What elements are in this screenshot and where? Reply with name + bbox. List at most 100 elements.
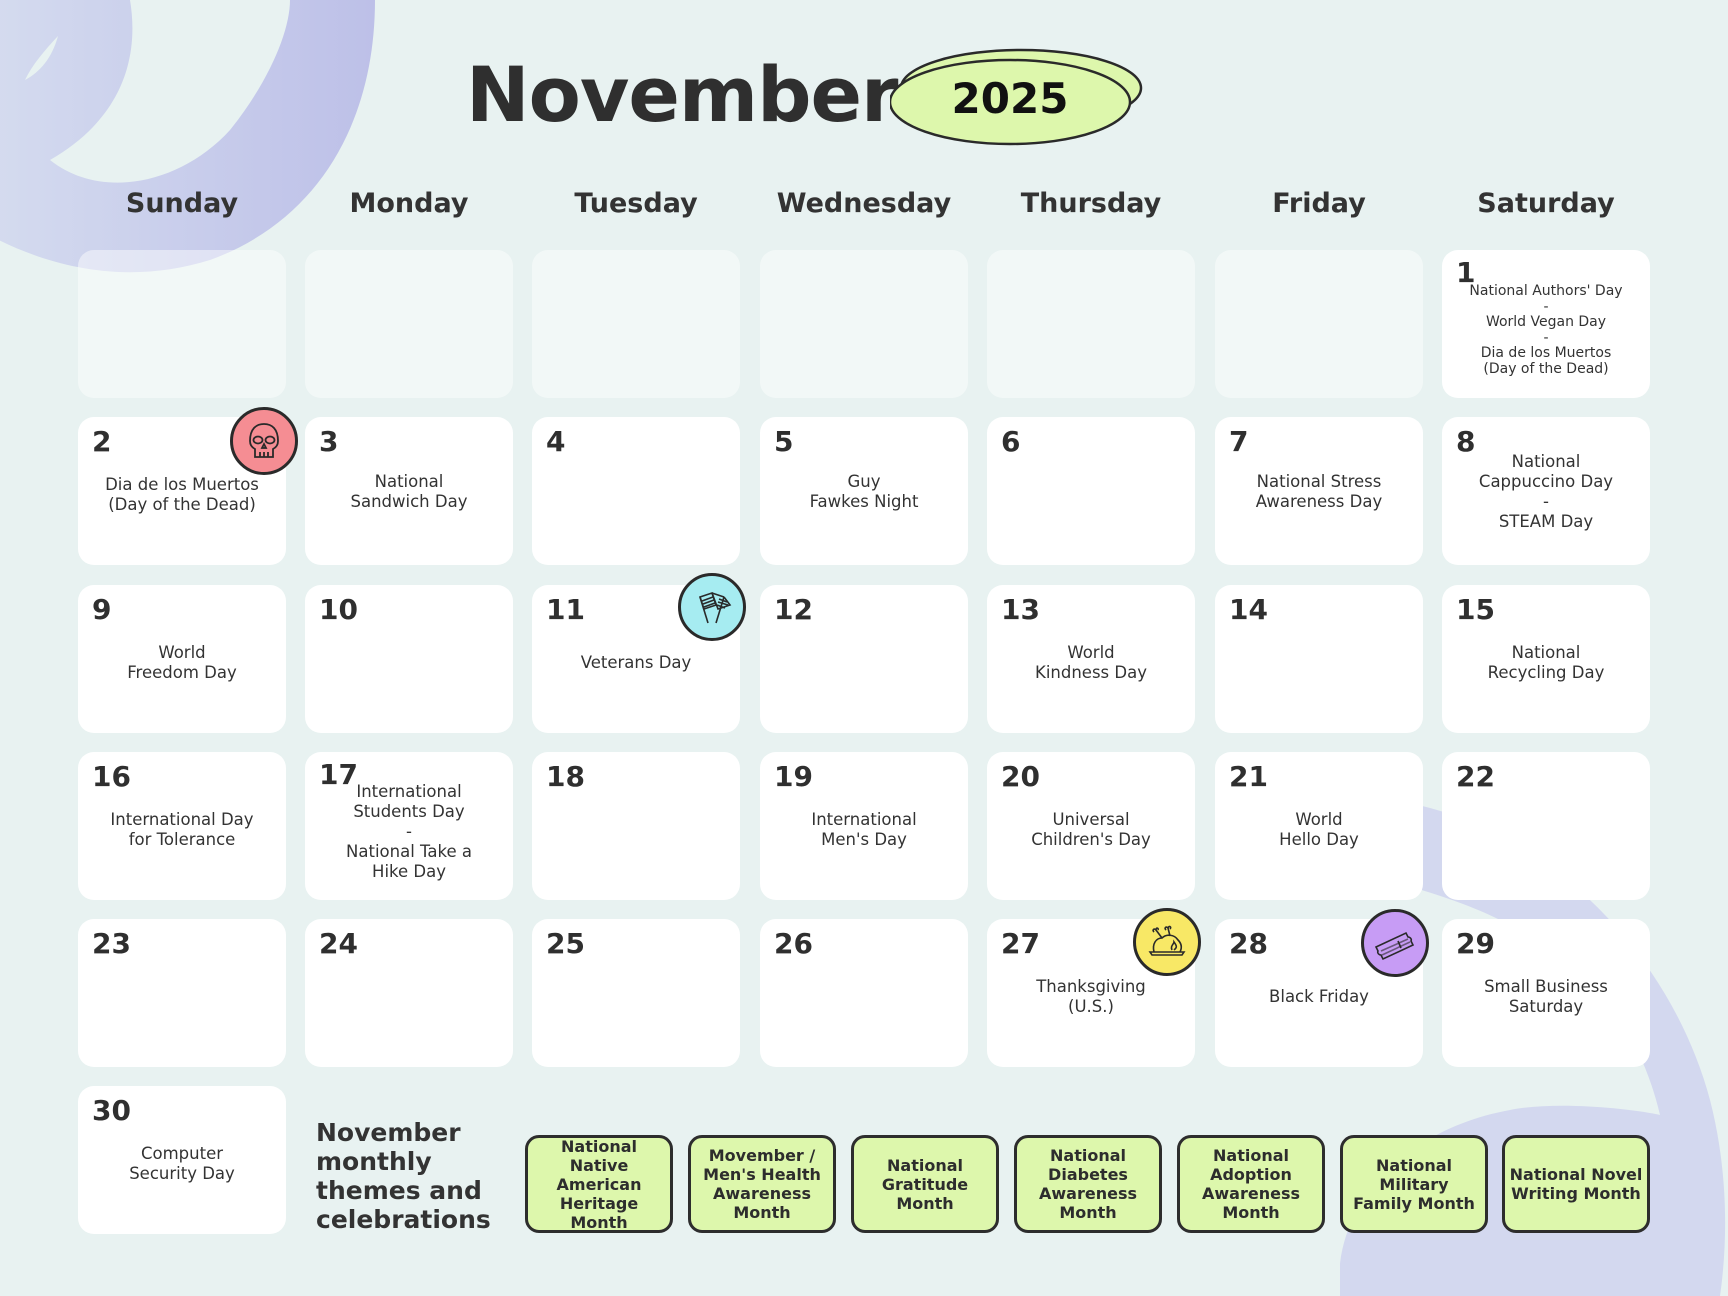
- day-number: 11: [546, 593, 585, 626]
- day-cell-20[interactable]: 20 Universal Children's Day: [987, 752, 1195, 900]
- day-number: 28: [1229, 927, 1268, 960]
- day-events: Small Business Saturday: [1484, 977, 1608, 1016]
- day-events: World Freedom Day: [127, 643, 237, 682]
- ticket-icon: [1361, 909, 1429, 977]
- weekday-friday: Friday: [1272, 188, 1366, 219]
- day-events: National Recycling Day: [1487, 643, 1605, 682]
- empty-day-cell: [532, 250, 740, 398]
- day-cell-30[interactable]: 30 Computer Security Day: [78, 1086, 286, 1234]
- monthly-theme-item: Movember / Men's Health Awareness Month: [688, 1135, 836, 1233]
- day-events: World Kindness Day: [1035, 643, 1147, 682]
- day-cell-24[interactable]: 24: [305, 919, 513, 1067]
- day-cell-9[interactable]: 9 World Freedom Day: [78, 585, 286, 733]
- monthly-theme-item: National Gratitude Month: [851, 1135, 999, 1233]
- day-number: 5: [774, 425, 794, 458]
- day-events: Dia de los Muertos (Day of the Dead): [105, 475, 259, 514]
- day-number: 6: [1001, 425, 1021, 458]
- month-title: November: [466, 50, 899, 139]
- day-number: 27: [1001, 927, 1040, 960]
- day-events: Guy Fawkes Night: [809, 472, 919, 511]
- day-number: 26: [774, 927, 813, 960]
- day-number: 24: [319, 927, 358, 960]
- monthly-theme-item: National Native American Heritage Month: [525, 1135, 673, 1233]
- weekday-saturday: Saturday: [1477, 188, 1615, 219]
- day-cell-15[interactable]: 15 National Recycling Day: [1442, 585, 1650, 733]
- day-cell-19[interactable]: 19 International Men's Day: [760, 752, 968, 900]
- day-number: 12: [774, 593, 813, 626]
- day-events: Thanksgiving (U.S.): [1036, 977, 1146, 1016]
- day-cell-4[interactable]: 4: [532, 417, 740, 565]
- weekday-sunday: Sunday: [125, 188, 239, 219]
- monthly-theme-item: National Diabetes Awareness Month: [1014, 1135, 1162, 1233]
- day-number: 14: [1229, 593, 1268, 626]
- empty-day-cell: [987, 250, 1195, 398]
- roast-turkey-icon: [1133, 908, 1201, 976]
- day-events: National Sandwich Day: [350, 472, 468, 511]
- day-events: Black Friday: [1269, 987, 1369, 1006]
- monthly-theme-item: National Adoption Awareness Month: [1177, 1135, 1325, 1233]
- day-cell-17[interactable]: 17 International Students Day - National…: [305, 752, 513, 900]
- day-cell-21[interactable]: 21 World Hello Day: [1215, 752, 1423, 900]
- year-badge: 2025: [890, 36, 1146, 152]
- day-number: 13: [1001, 593, 1040, 626]
- day-events: National Authors' Day - World Vegan Day …: [1469, 283, 1623, 377]
- day-number: 10: [319, 593, 358, 626]
- day-cell-18[interactable]: 18: [532, 752, 740, 900]
- day-number: 25: [546, 927, 585, 960]
- day-events: International Men's Day: [811, 810, 917, 849]
- day-number: 3: [319, 425, 339, 458]
- day-number: 23: [92, 927, 131, 960]
- day-number: 20: [1001, 760, 1040, 793]
- empty-day-cell: [78, 250, 286, 398]
- weekday-tuesday: Tuesday: [574, 188, 698, 219]
- day-events: International Students Day - National Ta…: [346, 782, 472, 881]
- day-cell-14[interactable]: 14: [1215, 585, 1423, 733]
- skull-icon: [230, 407, 298, 475]
- weekday-wednesday: Wednesday: [776, 188, 952, 219]
- day-cell-26[interactable]: 26: [760, 919, 968, 1067]
- day-number: 9: [92, 593, 112, 626]
- day-cell-3[interactable]: 3 National Sandwich Day: [305, 417, 513, 565]
- day-events: Veterans Day: [580, 653, 692, 672]
- weekday-monday: Monday: [349, 188, 469, 219]
- day-cell-16[interactable]: 16 International Day for Tolerance: [78, 752, 286, 900]
- decorative-swirl-top-left: [0, 0, 375, 273]
- day-events: World Hello Day: [1279, 810, 1359, 849]
- day-number: 2: [92, 425, 112, 458]
- day-cell-1[interactable]: 1 National Authors' Day - World Vegan Da…: [1442, 250, 1650, 398]
- day-number: 18: [546, 760, 585, 793]
- day-number: 29: [1456, 927, 1495, 960]
- day-cell-25[interactable]: 25: [532, 919, 740, 1067]
- weekday-thursday: Thursday: [1020, 188, 1162, 219]
- day-events: International Day for Tolerance: [110, 810, 254, 849]
- day-cell-23[interactable]: 23: [78, 919, 286, 1067]
- day-number: 7: [1229, 425, 1249, 458]
- day-number: 15: [1456, 593, 1495, 626]
- day-cell-5[interactable]: 5 Guy Fawkes Night: [760, 417, 968, 565]
- crossed-flags-icon: [678, 573, 746, 641]
- day-number: 21: [1229, 760, 1268, 793]
- monthly-themes-heading: November monthly themes and celebrations: [316, 1118, 491, 1234]
- year-label: 2025: [951, 74, 1069, 123]
- day-cell-13[interactable]: 13 World Kindness Day: [987, 585, 1195, 733]
- day-events: Computer Security Day: [129, 1144, 235, 1183]
- day-number: 4: [546, 425, 566, 458]
- day-events: National Stress Awareness Day: [1255, 472, 1383, 511]
- day-cell-6[interactable]: 6: [987, 417, 1195, 565]
- empty-day-cell: [1215, 250, 1423, 398]
- day-cell-10[interactable]: 10: [305, 585, 513, 733]
- day-number: 22: [1456, 760, 1495, 793]
- day-cell-22[interactable]: 22: [1442, 752, 1650, 900]
- monthly-theme-item: National Novel Writing Month: [1502, 1135, 1650, 1233]
- day-cell-7[interactable]: 7 National Stress Awareness Day: [1215, 417, 1423, 565]
- empty-day-cell: [760, 250, 968, 398]
- day-cell-8[interactable]: 8 National Cappuccino Day - STEAM Day: [1442, 417, 1650, 565]
- day-number: 30: [92, 1094, 131, 1127]
- day-events: Universal Children's Day: [1031, 810, 1151, 849]
- day-events: National Cappuccino Day - STEAM Day: [1478, 452, 1614, 531]
- day-cell-29[interactable]: 29 Small Business Saturday: [1442, 919, 1650, 1067]
- day-number: 19: [774, 760, 813, 793]
- monthly-theme-item: National Military Family Month: [1340, 1135, 1488, 1233]
- day-number: 16: [92, 760, 131, 793]
- day-cell-12[interactable]: 12: [760, 585, 968, 733]
